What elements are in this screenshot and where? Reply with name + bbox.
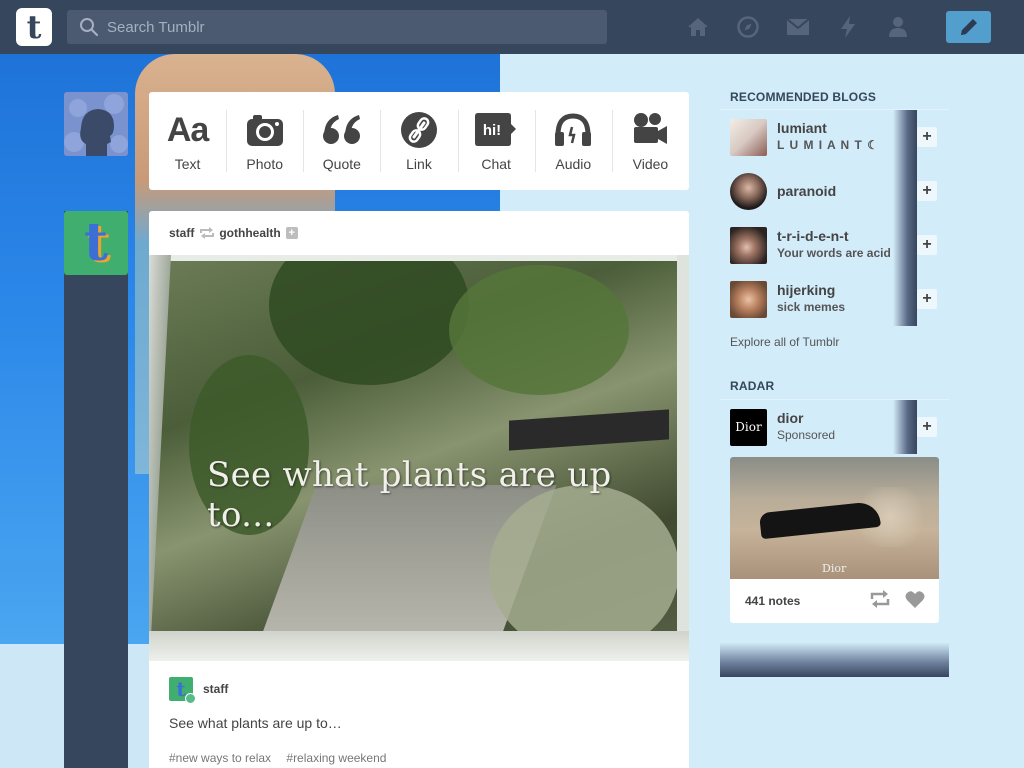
reblogged-from-link[interactable]: gothhealth	[219, 226, 280, 240]
inbox-mail-icon[interactable]	[784, 14, 812, 40]
headphones-icon	[555, 113, 592, 146]
explore-link[interactable]: Explore all of Tumblr	[730, 335, 839, 349]
follow-plus-button[interactable]: +	[917, 127, 937, 147]
search-icon	[80, 18, 99, 37]
post-type-chat-button[interactable]: hi! Chat	[457, 92, 535, 190]
follow-plus-button[interactable]: +	[917, 235, 937, 255]
post-type-selector: Aa Text Photo Quote Link hi! Chat Audio …	[149, 92, 689, 190]
post-type-label: Photo	[246, 156, 283, 172]
post-type-video-button[interactable]: Video	[611, 92, 689, 190]
tumblr-logo-icon[interactable]: t	[16, 8, 52, 46]
blog-name: paranoid	[777, 182, 837, 199]
post-type-label: Quote	[322, 156, 361, 172]
post-type-label: Text	[174, 156, 201, 172]
post-type-quote-button[interactable]: Quote	[303, 92, 380, 190]
photo-caption-text: See what plants are up to...	[207, 455, 612, 535]
sponsored-label: Sponsored	[777, 428, 836, 442]
dashboard-post: staff gothhealth + See what plants are u…	[149, 211, 689, 768]
post-type-audio-button[interactable]: Audio	[534, 92, 612, 190]
fade-overlay	[893, 400, 917, 454]
compose-post-button[interactable]	[946, 11, 991, 43]
home-icon[interactable]	[684, 14, 712, 40]
tag-link[interactable]: #relaxing weekend	[286, 751, 386, 765]
post-avatar-column	[64, 211, 128, 768]
post-type-label: Link	[406, 156, 432, 172]
post-type-photo-button[interactable]: Photo	[226, 92, 303, 190]
blog-avatar	[730, 226, 767, 264]
post-body-text: See what plants are up to…	[169, 715, 342, 731]
explore-compass-icon[interactable]	[734, 14, 762, 40]
video-camera-icon	[634, 113, 668, 144]
staff-tumblr-logo-icon: t	[83, 212, 109, 273]
link-icon	[400, 112, 437, 148]
quote-icon	[322, 115, 360, 144]
blog-name: hijerking	[777, 282, 836, 298]
camera-icon	[246, 115, 283, 146]
blog-name: dior	[777, 410, 804, 426]
blog-subtitle: sick memes	[777, 300, 846, 314]
user-avatar[interactable]	[64, 92, 128, 156]
text-icon: Aa	[166, 110, 209, 149]
post-type-label: Chat	[481, 156, 511, 172]
radar-post-image[interactable]: Dior	[730, 457, 939, 579]
recommended-blogs-heading: RECOMMENDED BLOGS	[730, 90, 877, 104]
blog-avatar	[730, 172, 767, 210]
radar-heading: RADAR	[730, 379, 775, 393]
post-type-text-button[interactable]: Aa Text	[149, 92, 226, 190]
fade-overlay	[893, 272, 917, 326]
blog-avatar	[730, 118, 767, 156]
fade-overlay	[893, 218, 917, 272]
blog-avatar	[730, 280, 767, 318]
follow-plus-button[interactable]: +	[917, 289, 937, 309]
tag-link[interactable]: #new ways to relax	[169, 751, 271, 765]
chat-bubble-icon: hi!	[475, 113, 517, 146]
blog-name: t-r-i-d-e-n-t	[777, 228, 849, 244]
post-content-author: t staff	[169, 677, 228, 704]
dior-watermark: Dior	[822, 562, 847, 575]
top-navigation-bar: t	[0, 0, 1024, 54]
blog-subtitle: Your words are acid	[777, 246, 891, 260]
post-tags: #new ways to relax #relaxing weekend	[169, 751, 398, 765]
nav-icon-group	[684, 14, 934, 40]
fade-overlay	[893, 164, 917, 218]
blog-name: lumiant	[777, 120, 827, 136]
like-heart-icon[interactable]	[905, 590, 925, 613]
post-type-label: Video	[632, 156, 669, 172]
follow-plus-button[interactable]: +	[917, 181, 937, 201]
sidebar-fade	[720, 643, 949, 677]
chat-glyph: hi!	[483, 122, 501, 139]
follow-plus-button[interactable]: +	[285, 227, 298, 239]
staff-mini-avatar[interactable]: t	[169, 677, 196, 704]
user-silhouette-icon	[64, 92, 128, 156]
reblog-icon	[200, 227, 215, 239]
dior-avatar: Dior	[730, 408, 767, 446]
post-author-link[interactable]: staff	[169, 226, 194, 240]
follow-plus-button[interactable]: +	[917, 417, 937, 437]
pencil-icon	[960, 19, 977, 35]
radar-post-card: Dior 441 notes	[730, 457, 939, 623]
reblog-icon[interactable]	[869, 590, 891, 613]
post-type-label: Audio	[555, 156, 592, 172]
blog-subtitle: L U M I A N T ☾	[777, 138, 879, 152]
post-type-link-button[interactable]: Link	[380, 92, 457, 190]
account-person-icon[interactable]	[884, 14, 912, 40]
fade-overlay	[893, 110, 917, 164]
activity-lightning-icon[interactable]	[834, 14, 862, 40]
post-photo[interactable]: See what plants are up to...	[149, 255, 689, 661]
search-input[interactable]	[99, 18, 607, 36]
search-bar[interactable]	[67, 10, 607, 44]
content-author-name[interactable]: staff	[203, 682, 228, 696]
notes-count[interactable]: 441 notes	[745, 594, 800, 608]
staff-avatar[interactable]: t	[64, 211, 128, 275]
post-header: staff gothhealth +	[149, 211, 689, 255]
radar-actions	[855, 590, 925, 613]
reblog-badge-icon	[185, 693, 196, 704]
